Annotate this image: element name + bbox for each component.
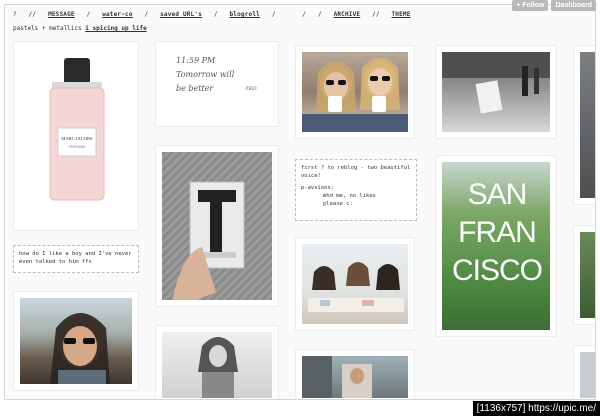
handwriting-line: Tomorrow will [176, 70, 235, 79]
street-graphic [302, 356, 372, 398]
san-francisco-text: SAN FRAN CISCO [442, 176, 550, 290]
street-sign-image [442, 52, 550, 132]
friends-table-image [302, 244, 408, 324]
girl-sunglasses-image [20, 298, 132, 384]
blog-page: ? // MESSAGE / water-co / saved URL's / … [4, 4, 596, 400]
image-watermark: [1136x757] https://upic.me/ [472, 401, 600, 416]
perfume-brand: MARC JACOBS [61, 136, 93, 141]
bw-girl-image [162, 332, 272, 398]
blog-tagline: pastels + metallics i spicing up life [13, 25, 147, 32]
nav-message-link[interactable]: MESSAGE [48, 11, 75, 18]
tagline-link[interactable]: i spicing up life [85, 25, 146, 32]
post-partial-mid[interactable] [573, 225, 595, 325]
nav-archive-link[interactable]: ARCHIVE [334, 11, 361, 18]
bw-portrait-graphic [198, 337, 238, 398]
nav-theme-link[interactable]: THEME [392, 11, 411, 18]
home-question-icon[interactable]: ? [13, 11, 17, 18]
post-street[interactable] [295, 349, 415, 399]
handwriting-time: 11:59 PM [176, 56, 216, 65]
nav-separator: / [144, 11, 149, 18]
perfume-bottle-graphic: MARC JACOBS PERFUME [49, 58, 105, 201]
nav-saved-link[interactable]: saved URL's [160, 11, 202, 18]
post-girl-sunglasses[interactable] [13, 291, 139, 391]
sf-line: CISCO [451, 254, 543, 287]
sf-line: SAN [467, 178, 528, 211]
text-line: mhd me, no likes [323, 193, 376, 199]
post-perfume[interactable]: MARC JACOBS PERFUME [13, 41, 139, 231]
nav-separator: / [317, 11, 322, 18]
friends-graphic [308, 262, 404, 312]
card-graphic [172, 181, 245, 300]
text-line: voice! [301, 173, 321, 179]
street-sign-graphic [442, 52, 550, 114]
partial-image [580, 352, 595, 398]
san-francisco-image: SAN FRAN CISCO [442, 162, 550, 330]
partial-image [580, 232, 595, 318]
text-line: first ? to reblog - two beautiful [301, 165, 411, 171]
post-street-sign[interactable] [435, 45, 557, 139]
post-partial-top[interactable] [573, 45, 595, 205]
handwriting-line: be better [176, 84, 214, 93]
post-san-francisco[interactable]: SAN FRAN CISCO [435, 155, 557, 337]
perfume-name: PERFUME [68, 145, 86, 149]
perfume-image: MARC JACOBS PERFUME [20, 48, 132, 224]
sf-line: FRAN [458, 216, 537, 249]
nav-water-link[interactable]: water-co [102, 11, 133, 18]
post-bw-girl[interactable] [155, 325, 279, 399]
tumblr-controls: + Follow Dashboard [512, 0, 596, 11]
post-handwriting[interactable]: 11:59 PM Tomorrow will be better -TKO [155, 41, 279, 127]
nav-separator: // [28, 11, 37, 18]
post-partial-bottom[interactable] [573, 345, 595, 399]
handwriting-signature: -TKO [244, 86, 257, 92]
top-navigation: ? // MESSAGE / water-co / saved URL's / … [13, 11, 419, 18]
tagline-text: pastels + metallics [13, 25, 82, 32]
sweater-card-image [162, 152, 272, 300]
nav-separator: / / [271, 11, 307, 18]
text-post-boy[interactable]: how do I like a boy and I've never even … [13, 245, 139, 273]
girls-graphic [302, 58, 408, 132]
text-line: please c: [323, 201, 353, 207]
dashboard-button[interactable]: Dashboard [551, 0, 596, 11]
follow-button[interactable]: + Follow [512, 0, 549, 11]
post-sweater-card[interactable] [155, 145, 279, 307]
text-post-body: how do I like a boy and I've never even … [19, 251, 132, 265]
portrait-graphic [50, 313, 110, 384]
post-girls-coffee[interactable] [295, 45, 415, 139]
text-line: p-avsions: [301, 185, 335, 191]
handwriting-note: 11:59 PM Tomorrow will be better -TKO [162, 48, 272, 120]
nav-separator: / [86, 11, 91, 18]
nav-blogroll-link[interactable]: blogroll [230, 11, 261, 18]
girls-coffee-image [302, 52, 408, 132]
text-post-reblog[interactable]: first ? to reblog - two beautiful voice!… [295, 159, 417, 221]
street-image [302, 356, 408, 398]
post-friends-table[interactable] [295, 237, 415, 331]
nav-separator: // [372, 11, 380, 18]
nav-separator: / [213, 11, 218, 18]
partial-image [580, 52, 595, 198]
